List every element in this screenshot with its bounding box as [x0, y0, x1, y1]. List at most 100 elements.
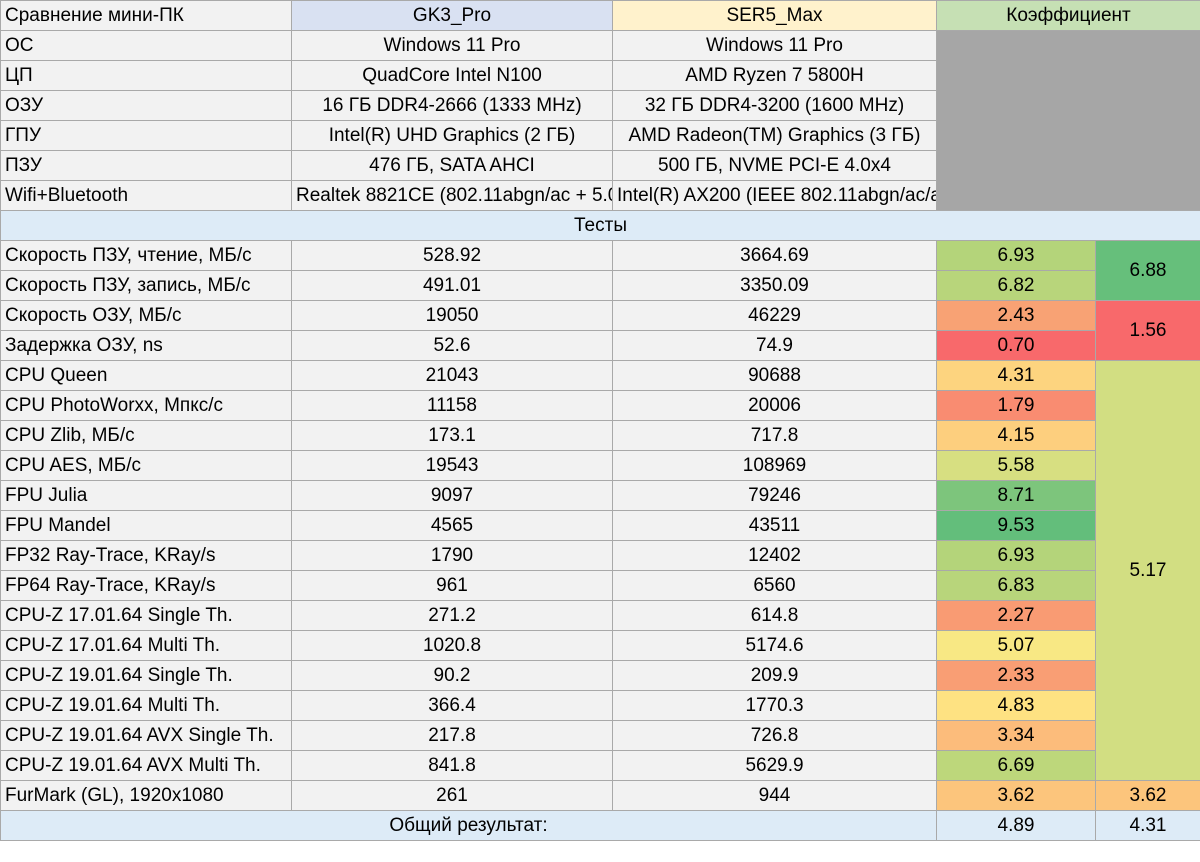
- test-value-b[interactable]: 1770.3: [612, 690, 937, 721]
- test-coefficient[interactable]: 4.15: [936, 420, 1096, 451]
- test-label[interactable]: CPU-Z 17.01.64 Single Th.: [0, 600, 292, 631]
- test-label[interactable]: CPU-Z 19.01.64 AVX Multi Th.: [0, 750, 292, 781]
- test-value-a[interactable]: 366.4: [291, 690, 613, 721]
- test-coefficient[interactable]: 2.27: [936, 600, 1096, 631]
- test-label[interactable]: FurMark (GL), 1920x1080: [0, 780, 292, 811]
- spec-value-b[interactable]: Intel(R) AX200 (IEEE 802.11abgn/ac/ax + …: [612, 180, 937, 211]
- test-label[interactable]: FP64 Ray-Trace, KRay/s: [0, 570, 292, 601]
- test-value-b[interactable]: 5629.9: [612, 750, 937, 781]
- spec-value-a[interactable]: 16 ГБ DDR4-2666 (1333 MHz): [291, 90, 613, 121]
- tests-section-header[interactable]: Тесты: [0, 210, 1200, 241]
- test-value-a[interactable]: 11158: [291, 390, 613, 421]
- test-coefficient[interactable]: 6.82: [936, 270, 1096, 301]
- test-value-b[interactable]: 944: [612, 780, 937, 811]
- test-value-b[interactable]: 6560: [612, 570, 937, 601]
- test-coefficient[interactable]: 1.79: [936, 390, 1096, 421]
- group-coefficient[interactable]: 6.88: [1095, 240, 1200, 301]
- test-coefficient[interactable]: 6.69: [936, 750, 1096, 781]
- test-coefficient[interactable]: 3.62: [936, 780, 1096, 811]
- test-value-b[interactable]: 90688: [612, 360, 937, 391]
- test-value-b[interactable]: 74.9: [612, 330, 937, 361]
- test-value-a[interactable]: 271.2: [291, 600, 613, 631]
- spec-value-a[interactable]: Intel(R) UHD Graphics (2 ГБ): [291, 120, 613, 151]
- spec-value-a[interactable]: QuadCore Intel N100: [291, 60, 613, 91]
- spec-label[interactable]: ОС: [0, 30, 292, 61]
- test-value-a[interactable]: 217.8: [291, 720, 613, 751]
- test-coefficient[interactable]: 5.58: [936, 450, 1096, 481]
- test-value-a[interactable]: 21043: [291, 360, 613, 391]
- spec-value-b[interactable]: AMD Ryzen 7 5800H: [612, 60, 937, 91]
- test-label[interactable]: Скорость ПЗУ, запись, МБ/с: [0, 270, 292, 301]
- test-value-a[interactable]: 961: [291, 570, 613, 601]
- test-value-b[interactable]: 614.8: [612, 600, 937, 631]
- test-label[interactable]: CPU Zlib, МБ/с: [0, 420, 292, 451]
- spec-label[interactable]: ЦП: [0, 60, 292, 91]
- test-value-b[interactable]: 108969: [612, 450, 937, 481]
- total-value-2[interactable]: 4.31: [1095, 810, 1200, 841]
- spec-value-a[interactable]: Realtek 8821CE (802.11abgn/ac + 5.0): [291, 180, 613, 211]
- test-value-b[interactable]: 12402: [612, 540, 937, 571]
- test-coefficient[interactable]: 2.43: [936, 300, 1096, 331]
- test-value-b[interactable]: 3350.09: [612, 270, 937, 301]
- test-coefficient[interactable]: 2.33: [936, 660, 1096, 691]
- spec-value-a[interactable]: Windows 11 Pro: [291, 30, 613, 61]
- test-label[interactable]: FPU Julia: [0, 480, 292, 511]
- pc-b-header[interactable]: SER5_Max: [612, 0, 937, 31]
- test-coefficient[interactable]: 5.07: [936, 630, 1096, 661]
- test-label[interactable]: CPU AES, МБ/с: [0, 450, 292, 481]
- test-coefficient[interactable]: 0.70: [936, 330, 1096, 361]
- test-value-a[interactable]: 841.8: [291, 750, 613, 781]
- spec-label[interactable]: ПЗУ: [0, 150, 292, 181]
- test-label[interactable]: CPU-Z 19.01.64 AVX Single Th.: [0, 720, 292, 751]
- test-label[interactable]: FP32 Ray-Trace, KRay/s: [0, 540, 292, 571]
- test-value-a[interactable]: 173.1: [291, 420, 613, 451]
- test-value-b[interactable]: 726.8: [612, 720, 937, 751]
- test-value-a[interactable]: 19543: [291, 450, 613, 481]
- test-value-a[interactable]: 4565: [291, 510, 613, 541]
- test-value-b[interactable]: 79246: [612, 480, 937, 511]
- spec-label[interactable]: Wifi+Bluetooth: [0, 180, 292, 211]
- spec-value-b[interactable]: Windows 11 Pro: [612, 30, 937, 61]
- test-value-a[interactable]: 52.6: [291, 330, 613, 361]
- test-value-b[interactable]: 3664.69: [612, 240, 937, 271]
- pc-a-header[interactable]: GK3_Pro: [291, 0, 613, 31]
- test-coefficient[interactable]: 6.83: [936, 570, 1096, 601]
- test-coefficient[interactable]: 4.31: [936, 360, 1096, 391]
- group-coefficient[interactable]: 3.62: [1095, 780, 1200, 811]
- spec-value-b[interactable]: 32 ГБ DDR4-3200 (1600 MHz): [612, 90, 937, 121]
- test-coefficient[interactable]: 6.93: [936, 240, 1096, 271]
- test-label[interactable]: Скорость ОЗУ, МБ/с: [0, 300, 292, 331]
- test-value-a[interactable]: 261: [291, 780, 613, 811]
- test-label[interactable]: CPU PhotoWorxx, Мпкс/с: [0, 390, 292, 421]
- test-value-b[interactable]: 5174.6: [612, 630, 937, 661]
- test-value-a[interactable]: 9097: [291, 480, 613, 511]
- test-label[interactable]: FPU Mandel: [0, 510, 292, 541]
- test-label[interactable]: CPU-Z 19.01.64 Multi Th.: [0, 690, 292, 721]
- test-coefficient[interactable]: 4.83: [936, 690, 1096, 721]
- spec-value-a[interactable]: 476 ГБ, SATA AHCI: [291, 150, 613, 181]
- test-coefficient[interactable]: 6.93: [936, 540, 1096, 571]
- test-value-b[interactable]: 717.8: [612, 420, 937, 451]
- spec-label[interactable]: ОЗУ: [0, 90, 292, 121]
- test-value-a[interactable]: 1020.8: [291, 630, 613, 661]
- test-value-a[interactable]: 90.2: [291, 660, 613, 691]
- spec-label[interactable]: ГПУ: [0, 120, 292, 151]
- test-value-a[interactable]: 528.92: [291, 240, 613, 271]
- test-value-a[interactable]: 491.01: [291, 270, 613, 301]
- test-value-b[interactable]: 20006: [612, 390, 937, 421]
- total-label[interactable]: Общий результат:: [0, 810, 937, 841]
- test-label[interactable]: Скорость ПЗУ, чтение, МБ/с: [0, 240, 292, 271]
- test-coefficient[interactable]: 8.71: [936, 480, 1096, 511]
- spec-value-b[interactable]: 500 ГБ, NVME PCI-E 4.0x4: [612, 150, 937, 181]
- total-value-1[interactable]: 4.89: [936, 810, 1096, 841]
- test-coefficient[interactable]: 9.53: [936, 510, 1096, 541]
- test-label[interactable]: Задержка ОЗУ, ns: [0, 330, 292, 361]
- spec-value-b[interactable]: AMD Radeon(TM) Graphics (3 ГБ): [612, 120, 937, 151]
- test-value-b[interactable]: 43511: [612, 510, 937, 541]
- test-label[interactable]: CPU-Z 19.01.64 Single Th.: [0, 660, 292, 691]
- test-coefficient[interactable]: 3.34: [936, 720, 1096, 751]
- test-value-b[interactable]: 46229: [612, 300, 937, 331]
- group-coefficient[interactable]: 1.56: [1095, 300, 1200, 361]
- test-value-a[interactable]: 1790: [291, 540, 613, 571]
- coefficient-header[interactable]: Коэффициент: [936, 0, 1200, 31]
